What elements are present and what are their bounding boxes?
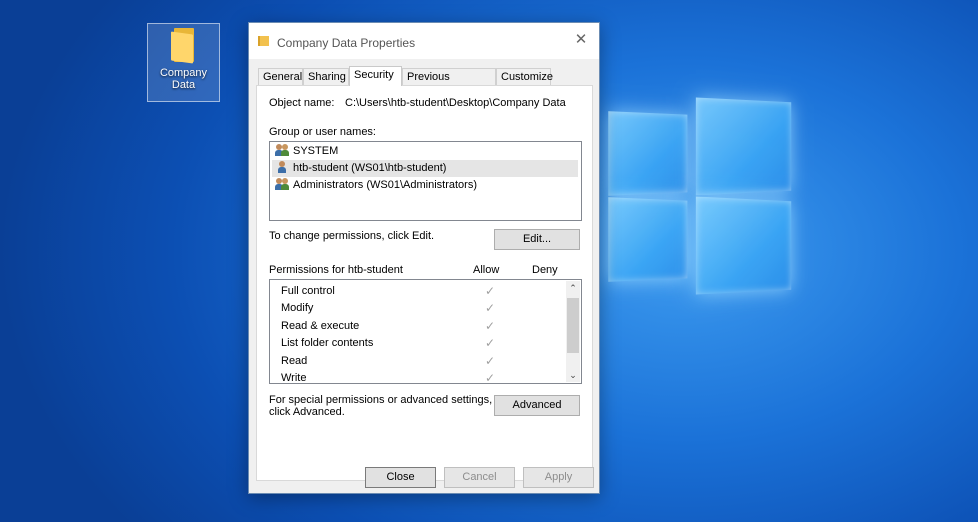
allow-check-icon: ✓ <box>485 319 496 333</box>
deny-header: Deny <box>532 264 558 276</box>
scroll-down-icon[interactable]: ⌄ <box>566 368 580 382</box>
allow-check-icon: ✓ <box>485 336 496 350</box>
object-name-label: Object name: <box>269 97 335 109</box>
permissions-scrollbar[interactable]: ⌃ ⌄ <box>566 281 580 382</box>
tab-customize[interactable]: Customize <box>496 68 553 85</box>
title-bar[interactable]: Company Data Properties ✕ <box>249 23 599 59</box>
permission-row: Write ✓ <box>281 370 561 384</box>
desktop-folder-company-data[interactable]: Company Data <box>147 23 220 102</box>
folder-icon <box>170 28 197 64</box>
advanced-info-text: For special permissions or advanced sett… <box>269 394 493 418</box>
folder-icon <box>258 36 269 46</box>
properties-dialog: Company Data Properties ✕ General Sharin… <box>248 22 600 494</box>
tab-security[interactable]: Security <box>349 66 402 86</box>
tab-general[interactable]: General <box>258 68 303 85</box>
user-row-system[interactable]: SYSTEM <box>272 143 578 160</box>
permissions-list[interactable]: Full control ✓ Modify ✓ Read & execute ✓ Li… <box>269 279 582 384</box>
permissions-header: Permissions for htb-student <box>269 264 403 276</box>
permission-row: Modify ✓ <box>281 300 561 317</box>
object-name-value: C:\Users\htb-student\Desktop\Company Dat… <box>345 97 566 109</box>
allow-header: Allow <box>473 264 500 276</box>
allow-check-icon: ✓ <box>485 354 496 368</box>
user-icon <box>276 161 290 173</box>
group-icon <box>275 178 290 190</box>
allow-check-icon: ✓ <box>485 284 496 298</box>
user-row-administrators[interactable]: Administrators (WS01\Administrators) <box>272 177 578 194</box>
permission-row: List folder contents ✓ <box>281 335 561 352</box>
windows-logo <box>608 97 798 295</box>
security-panel: Object name: C:\Users\htb-student\Deskto… <box>256 85 593 481</box>
user-list[interactable]: SYSTEM htb-student (WS01\htb-student) Ad… <box>269 141 582 221</box>
permission-row: Full control ✓ <box>281 283 561 300</box>
allow-check-icon: ✓ <box>485 371 496 384</box>
cancel-button[interactable]: Cancel <box>444 467 515 488</box>
dialog-title: Company Data Properties <box>277 36 416 50</box>
scroll-up-icon[interactable]: ⌃ <box>566 281 580 295</box>
change-permissions-text: To change permissions, click Edit. <box>269 230 435 242</box>
permission-row: Read & execute ✓ <box>281 318 561 335</box>
advanced-button[interactable]: Advanced <box>494 395 580 416</box>
tab-previous-versions[interactable]: Previous Versions <box>402 68 496 99</box>
close-button[interactable]: Close <box>365 467 436 488</box>
group-icon <box>275 144 290 156</box>
desktop-folder-label: Company Data <box>159 67 208 91</box>
group-label: Group or user names: <box>269 126 376 138</box>
apply-button[interactable]: Apply <box>523 467 594 488</box>
scroll-thumb[interactable] <box>567 298 579 353</box>
edit-button[interactable]: Edit... <box>494 229 580 250</box>
permission-row: Read ✓ <box>281 353 561 370</box>
user-row-htb-student[interactable]: htb-student (WS01\htb-student) <box>272 160 578 177</box>
allow-check-icon: ✓ <box>485 301 496 315</box>
close-icon[interactable]: ✕ <box>571 30 591 50</box>
tab-sharing[interactable]: Sharing <box>303 68 349 85</box>
